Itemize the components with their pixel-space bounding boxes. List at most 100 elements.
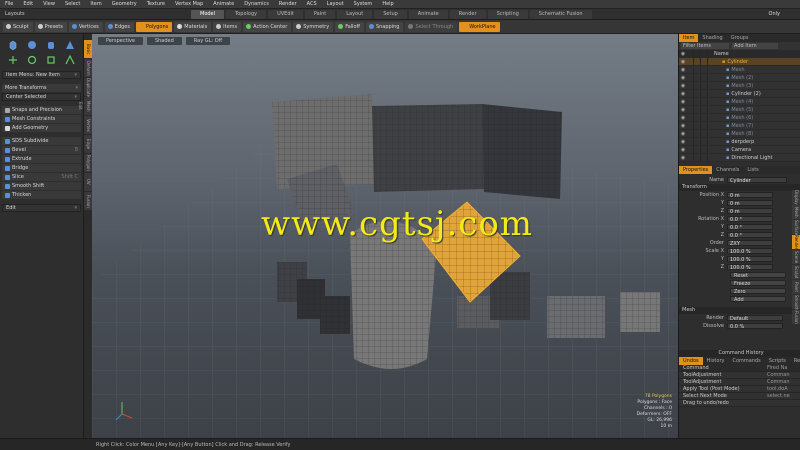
rotate-icon[interactable]	[24, 54, 40, 66]
item-menu-dropdown[interactable]: Item Menu: New Item ▾	[2, 71, 81, 79]
toolbar-presets-button[interactable]: Presets	[34, 21, 67, 32]
eye-icon[interactable]: ◉	[679, 98, 687, 106]
item-tab-shading[interactable]: Shading	[698, 34, 726, 42]
eye-icon[interactable]: ◉	[679, 146, 687, 154]
toolbar-materials-button[interactable]: Materials	[174, 21, 212, 32]
scale-icon[interactable]	[43, 54, 59, 66]
menu-acs[interactable]: ACS	[302, 0, 322, 9]
tool-thicken[interactable]: Thicken	[2, 191, 81, 199]
property-value[interactable]: 100.0 %	[727, 256, 773, 263]
menu-system[interactable]: System	[349, 0, 378, 9]
toolbar-items-button[interactable]: Items	[213, 21, 242, 32]
eye-icon[interactable]: ◉	[679, 90, 687, 98]
command-row[interactable]: ToolAdjustment Comman	[679, 379, 800, 386]
menu-view[interactable]: View	[38, 0, 60, 9]
properties-tab-channels[interactable]: Channels	[712, 166, 743, 174]
property-value[interactable]: ZXY	[727, 240, 773, 247]
menu-select[interactable]: Select	[60, 0, 85, 9]
tool-bevel[interactable]: Bevel B	[2, 146, 81, 154]
properties-tab-lists[interactable]: Lists	[743, 166, 762, 174]
rvtab-fusion[interactable]: Fusion	[792, 310, 800, 324]
menu-file[interactable]: File	[0, 0, 18, 9]
property-value[interactable]: 0.0 °	[727, 216, 773, 223]
vtab-fusion[interactable]: Fusion	[84, 192, 92, 210]
property-value[interactable]: 0.0 °	[727, 224, 773, 231]
toolbar-symmetry-button[interactable]: Symmetry	[293, 21, 334, 32]
center-selected-dropdown[interactable]: Center Selected ▾	[2, 93, 81, 101]
transform-icon[interactable]	[62, 54, 78, 66]
command-row[interactable]: Drag to undo/redo	[679, 400, 800, 407]
freeze-button[interactable]: Freeze	[730, 280, 786, 287]
move-icon[interactable]	[5, 54, 21, 66]
layout-tab-schematic-fusion[interactable]: Schematic Fusion	[529, 9, 592, 19]
property-value[interactable]: 100.0 %	[727, 248, 773, 255]
viewport-tab-ray-gl-off[interactable]: Ray GL: Off	[185, 37, 231, 45]
toolbar-action-center-button[interactable]: Action Center	[243, 21, 292, 32]
name-field[interactable]: Cylinder	[727, 177, 787, 184]
menu-dynamics[interactable]: Dynamics	[239, 0, 274, 9]
layout-tab-uvedit[interactable]: UVEdit	[268, 9, 303, 19]
vtab-uv[interactable]: UV	[84, 173, 92, 191]
rvtab-display[interactable]: Display	[792, 190, 800, 205]
tool-mesh-constraints[interactable]: Mesh Constraints	[2, 115, 81, 123]
menu-help[interactable]: Help	[377, 0, 398, 9]
rvtab-sculpt[interactable]: Sculpt	[792, 265, 800, 279]
cone-icon[interactable]	[62, 39, 78, 51]
properties-tab-properties[interactable]: Properties	[679, 166, 713, 174]
filter-items-input[interactable]: Filter Items	[681, 43, 729, 49]
vtab-mesh-edit[interactable]: Mesh Edit	[78, 97, 92, 115]
tool-bridge[interactable]: Bridge	[2, 164, 81, 172]
command-tab-history[interactable]: History	[703, 357, 729, 365]
layout-tab-layout[interactable]: Layout	[337, 9, 373, 19]
item-row[interactable]: ◉ ▪ Directional Light	[679, 154, 800, 162]
layout-tab-topology[interactable]: Topology	[226, 9, 267, 19]
menu-item[interactable]: Item	[85, 0, 106, 9]
toolbar-edges-button[interactable]: Edges	[104, 21, 134, 32]
eye-icon[interactable]: ◉	[679, 106, 687, 114]
render-dropdown[interactable]: Default	[727, 315, 783, 322]
property-value[interactable]: 0.0 °	[727, 232, 773, 239]
rvtab-paint[interactable]: Paint	[792, 280, 800, 294]
zero-button[interactable]: Zero	[730, 288, 786, 295]
eye-icon[interactable]: ◉	[679, 66, 687, 74]
layout-tab-animate[interactable]: Animate	[408, 9, 448, 19]
layout-tab-setup[interactable]: Setup	[374, 9, 407, 19]
dissolve-field[interactable]: 0.0 %	[727, 323, 783, 330]
more-transforms[interactable]: More Transforms ▾	[2, 84, 81, 92]
rvtab-mesh[interactable]: Mesh	[792, 205, 800, 219]
layouts-menu[interactable]: Layouts	[0, 11, 190, 17]
viewport-tab-shaded[interactable]: Shaded	[146, 37, 182, 45]
menu-geometry[interactable]: Geometry	[107, 0, 142, 9]
only-toggle[interactable]: Only	[769, 11, 800, 17]
tool-extrude[interactable]: Extrude	[2, 155, 81, 163]
cylinder-icon[interactable]	[43, 39, 59, 51]
command-row[interactable]: Select Next Mode select.ne	[679, 393, 800, 400]
tool-smooth-shift[interactable]: Smooth Shift	[2, 182, 81, 190]
menu-animate[interactable]: Animate	[208, 0, 239, 9]
eye-icon[interactable]: ◉	[679, 138, 687, 146]
vtab-vertex[interactable]: Vertex	[84, 116, 92, 134]
vtab-duplicate[interactable]: Duplicate	[84, 78, 92, 97]
eye-icon[interactable]: ◉	[679, 58, 687, 66]
menu-layout[interactable]: Layout	[322, 0, 349, 9]
vtab-deform[interactable]: Deform	[84, 59, 92, 77]
eye-icon[interactable]: ◉	[679, 154, 687, 162]
rvtab-surface[interactable]: Surface	[792, 220, 800, 235]
viewport-tab-perspective[interactable]: Perspective	[98, 37, 143, 45]
add-item-button[interactable]: Add Item	[732, 43, 778, 49]
eye-icon[interactable]: ◉	[679, 114, 687, 122]
eye-icon[interactable]: ◉	[679, 130, 687, 138]
tool-sds-subdivide[interactable]: SDS Subdivide	[2, 137, 81, 145]
sphere-icon[interactable]	[24, 39, 40, 51]
property-value[interactable]: 0 m	[727, 208, 773, 215]
layout-tab-scripting[interactable]: Scripting	[487, 9, 528, 19]
add-button[interactable]: Add	[730, 296, 786, 303]
vtab-edge[interactable]: Edge	[84, 135, 92, 153]
command-row[interactable]: ToolAdjustment Comman	[679, 372, 800, 379]
toolbar-sculpt-button[interactable]: Sculpt	[3, 21, 33, 32]
reset-button[interactable]: Reset	[730, 272, 786, 279]
layout-tab-model[interactable]: Model	[191, 9, 225, 19]
rvtab-render[interactable]: Render	[792, 235, 800, 249]
toolbar-snapping-button[interactable]: Snapping	[365, 21, 404, 32]
command-tab-commands[interactable]: Commands	[728, 357, 764, 365]
